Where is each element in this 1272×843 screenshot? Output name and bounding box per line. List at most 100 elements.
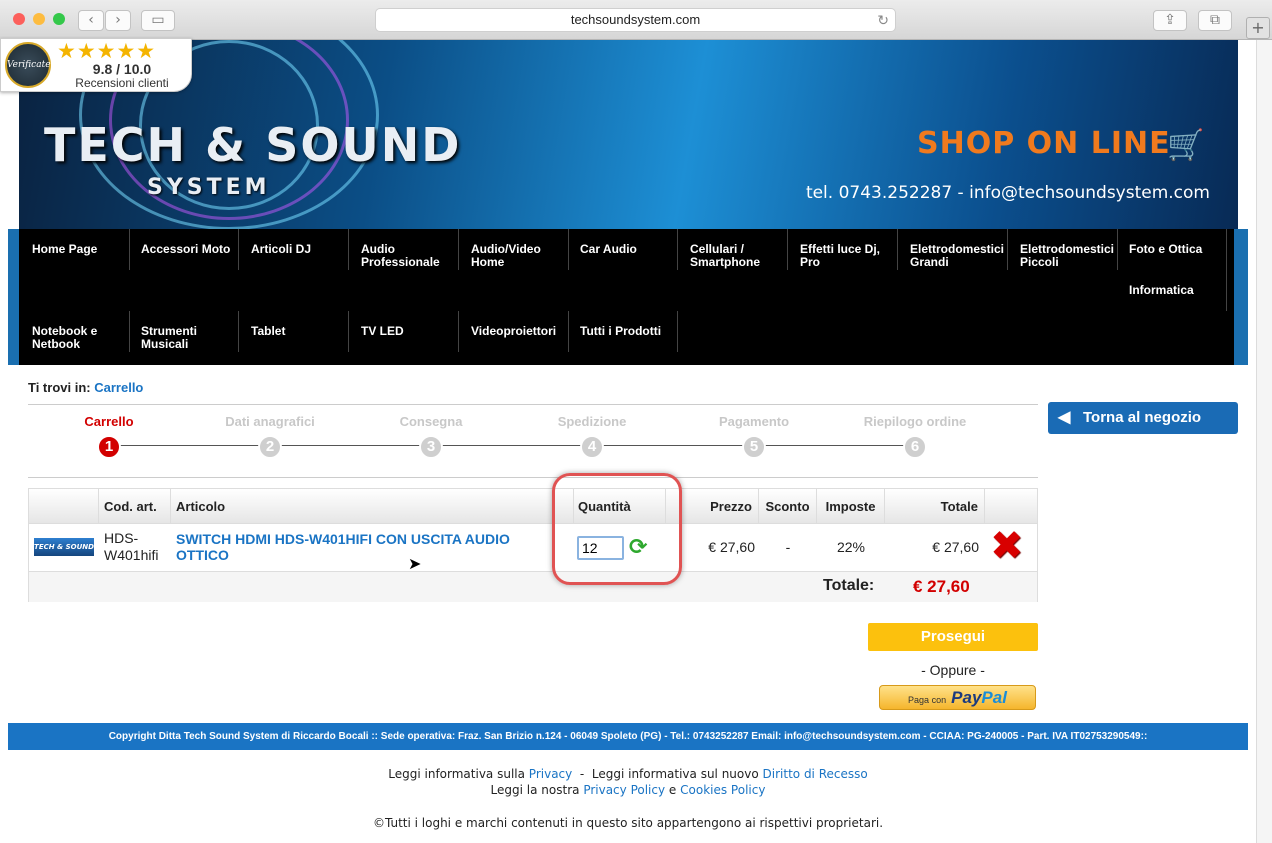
nav-item[interactable]: Car Audio xyxy=(568,229,678,270)
nav-item[interactable]: Strumenti Musicali xyxy=(129,311,239,352)
nav-item[interactable]: Cellulari / Smartphone xyxy=(678,229,788,270)
nav-item[interactable]: Audio Professionale xyxy=(349,229,459,270)
header-tax: Imposte xyxy=(817,489,885,524)
header-contact: tel. 0743.252287 - info@techsoundsystem.… xyxy=(805,183,1210,203)
item-tax: 22% xyxy=(836,539,866,555)
footer-line-2: Leggi la nostra Privacy Policy e Cookies… xyxy=(0,783,1256,797)
footer-text: Leggi informativa sul nuovo xyxy=(591,767,759,781)
main-nav: Home Page Accessori Moto Articoli DJ Aud… xyxy=(8,229,1248,365)
review-badge[interactable]: Verificate ★★★★★ 9.8 / 10.0 Recensioni c… xyxy=(0,38,192,92)
step-number: 6 xyxy=(903,435,927,459)
header-image-cell xyxy=(29,489,99,524)
web-page: TECH & SOUND SYSTEM SHOP ON LINE 🛒 tel. … xyxy=(0,40,1256,843)
sidebar-toggle-button[interactable]: ▭ xyxy=(141,10,175,31)
mouse-cursor-icon: ➤ xyxy=(408,554,422,573)
rating-stars: ★★★★★ xyxy=(57,39,157,63)
browser-toolbar: ‹ › ▭ techsoundsystem.com ↻ ⇪ ⧉ xyxy=(0,0,1272,40)
nav-item[interactable]: TV LED xyxy=(349,311,459,352)
privacy-link[interactable]: Privacy xyxy=(529,767,572,781)
minimize-window-button[interactable] xyxy=(33,13,45,25)
verified-seal-icon: Verificate xyxy=(5,42,51,88)
back-button[interactable]: ‹ xyxy=(78,10,104,31)
footer-text: Leggi la nostra xyxy=(490,783,580,797)
step-label: Riepilogo ordine xyxy=(863,414,967,429)
paypal-small-label: Paga con xyxy=(908,695,947,705)
share-icon: ⇪ xyxy=(1164,12,1176,28)
share-button[interactable]: ⇪ xyxy=(1153,10,1187,31)
withdrawal-right-link[interactable]: Diritto di Recesso xyxy=(763,767,868,781)
close-window-button[interactable] xyxy=(13,13,25,25)
nav-item[interactable]: Videoproiettori xyxy=(459,311,569,352)
checkout-step: Dati anagrafici 2 xyxy=(200,414,340,459)
chevron-right-icon: › xyxy=(115,12,121,28)
nav-item[interactable]: Home Page xyxy=(20,229,130,270)
breadcrumb-link[interactable]: Carrello xyxy=(94,380,143,395)
tabs-overview-button[interactable]: ⧉ xyxy=(1198,10,1232,31)
breadcrumb-prefix: Ti trovi in: xyxy=(28,380,91,395)
page-scrollbar[interactable] xyxy=(1256,40,1272,843)
paypal-logo-part2: Pal xyxy=(981,688,1007,707)
address-bar[interactable]: techsoundsystem.com ↻ xyxy=(375,8,896,32)
footer-separator: - xyxy=(579,767,585,781)
cart-total-value: € 27,60 xyxy=(913,577,970,596)
item-discount: - xyxy=(785,539,791,555)
site-banner[interactable]: TECH & SOUND SYSTEM SHOP ON LINE 🛒 tel. … xyxy=(19,40,1238,229)
nav-item[interactable]: Informatica xyxy=(1117,270,1227,311)
step-label: Dati anagrafici xyxy=(225,414,315,429)
continue-button[interactable]: Prosegui xyxy=(868,623,1038,651)
nav-item[interactable]: Foto e Ottica xyxy=(1117,229,1227,270)
step-number: 2 xyxy=(258,435,282,459)
new-tab-button[interactable]: + xyxy=(1246,17,1270,39)
nav-item[interactable]: Accessori Moto xyxy=(129,229,239,270)
nav-item[interactable]: Articoli DJ xyxy=(239,229,349,270)
item-code: HDS-W401hifi xyxy=(104,530,159,563)
nav-item[interactable]: Audio/Video Home xyxy=(459,229,569,270)
rating-label: Recensioni clienti xyxy=(75,76,169,90)
header-code: Cod. art. xyxy=(99,489,171,524)
step-label: Spedizione xyxy=(557,414,627,429)
remove-item-icon[interactable]: ✖ xyxy=(990,526,1024,566)
cookies-policy-link[interactable]: Cookies Policy xyxy=(680,783,765,797)
zoom-window-button[interactable] xyxy=(53,13,65,25)
sidebar-icon: ▭ xyxy=(151,12,165,28)
item-total: € 27,60 xyxy=(932,539,979,555)
arrow-left-icon: ◀ xyxy=(1058,409,1071,426)
checkout-step: Spedizione 4 xyxy=(522,414,662,459)
chevron-left-icon: ‹ xyxy=(88,12,94,28)
privacy-policy-link[interactable]: Privacy Policy xyxy=(583,783,665,797)
checkout-step: Riepilogo ordine 6 xyxy=(845,414,985,459)
checkout-step: Pagamento 5 xyxy=(684,414,824,459)
cart-item-row: TECH & SOUND HDS-W401hifi SWITCH HDMI HD… xyxy=(29,524,1037,572)
header-total: Totale xyxy=(885,489,985,524)
footer-copyright-bar: Copyright Ditta Tech Sound System di Ric… xyxy=(8,723,1248,750)
product-thumbnail[interactable]: TECH & SOUND xyxy=(34,538,94,556)
divider xyxy=(28,404,1038,405)
cart-table: Cod. art. Articolo Quantità Prezzo Scont… xyxy=(28,488,1038,602)
paypal-button[interactable]: Paga con PayPal xyxy=(879,685,1036,710)
step-number: 1 xyxy=(97,435,121,459)
nav-item[interactable]: Notebook e Netbook xyxy=(20,311,130,352)
product-name-link[interactable]: SWITCH HDMI HDS-W401HIFI CON USCITA AUDI… xyxy=(176,531,556,563)
step-label: Pagamento xyxy=(718,414,790,429)
forward-button[interactable]: › xyxy=(105,10,131,31)
nav-item[interactable]: Tutti i Prodotti xyxy=(568,311,678,352)
divider xyxy=(28,477,1038,478)
checkout-step: Consegna 3 xyxy=(361,414,501,459)
nav-item[interactable]: Elettrodomestici Piccoli xyxy=(1008,229,1118,270)
header-discount: Sconto xyxy=(759,489,817,524)
back-to-shop-button[interactable]: ◀ Torna al negozio xyxy=(1048,402,1238,434)
step-number: 5 xyxy=(742,435,766,459)
nav-item[interactable]: Effetti luce Dj, Pro xyxy=(788,229,898,270)
step-number: 3 xyxy=(419,435,443,459)
site-logo-sub: SYSTEM xyxy=(147,175,271,200)
cart-total-row: Totale: € 27,60 xyxy=(29,572,1037,602)
header-article: Articolo xyxy=(171,489,574,524)
breadcrumb: Ti trovi in: Carrello xyxy=(28,380,143,395)
reload-icon[interactable]: ↻ xyxy=(877,9,889,31)
nav-item[interactable]: Tablet xyxy=(239,311,349,352)
shopping-cart-icon: 🛒 xyxy=(1167,128,1205,163)
plus-icon: + xyxy=(1251,18,1265,37)
nav-item[interactable]: Elettrodomestici Grandi xyxy=(898,229,1008,270)
quantity-highlight-annotation xyxy=(552,473,682,585)
footer-text: e xyxy=(668,783,677,797)
